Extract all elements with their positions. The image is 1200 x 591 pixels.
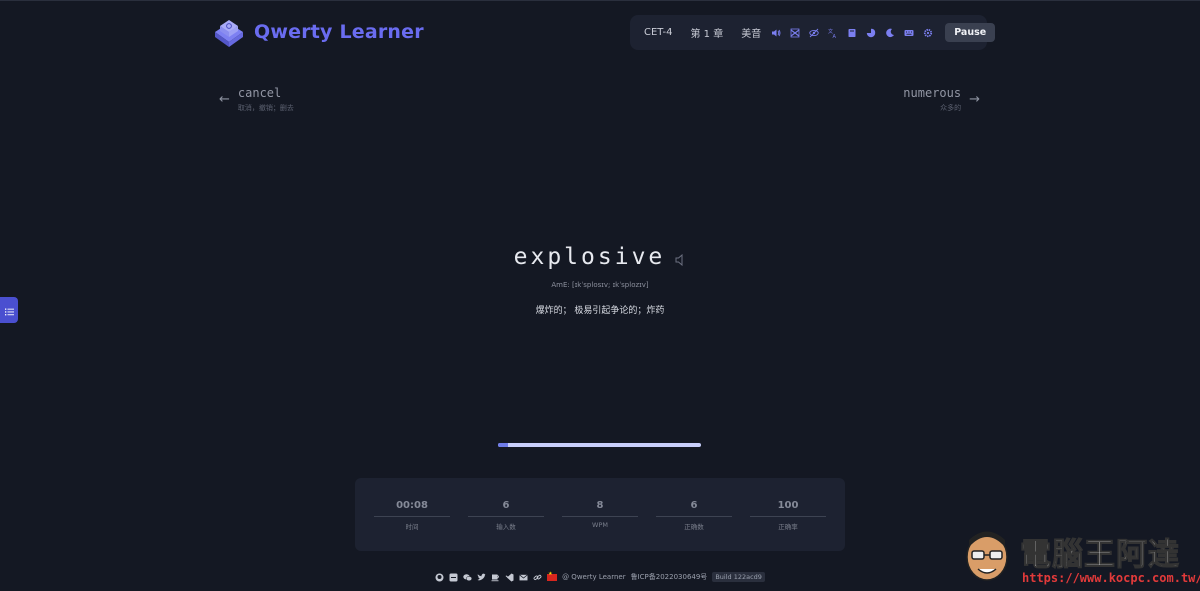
wechat-icon[interactable] [463, 573, 473, 582]
word-list-toggle[interactable] [0, 297, 18, 323]
stat-time: 00:08 时间 [374, 478, 450, 551]
keycap-logo-icon [212, 17, 246, 47]
twitter-icon[interactable] [477, 573, 486, 582]
mascot-face-icon [960, 525, 1014, 585]
dictionary-book-icon[interactable] [847, 28, 857, 38]
stat-label: 输入数 [496, 523, 516, 531]
footer-credit[interactable]: @ Qwerty Learner [562, 573, 626, 581]
volume-icon[interactable] [771, 28, 781, 38]
translation-icon[interactable]: 文A [828, 28, 838, 38]
vscode-icon[interactable] [505, 573, 514, 582]
stat-value: 6 [468, 500, 544, 517]
stat-value: 100 [750, 500, 826, 517]
svg-text:A: A [833, 34, 837, 38]
watermark-title: 電腦王阿達 [1020, 537, 1180, 574]
stats-panel: 00:08 时间 6 输入数 8 WPM 6 正确数 100 正确率 [355, 478, 845, 551]
current-word-area: explosive [0, 244, 1200, 270]
top-toolbar: CET-4 第 1 章 美音 文A Pause [630, 15, 996, 50]
arrow-right-icon: → [969, 92, 980, 107]
previous-word-link[interactable]: ← cancel 取消，撤销；删去 [219, 86, 294, 113]
next-word-link[interactable]: numerous 众多的 → [903, 86, 980, 113]
github-icon[interactable] [435, 573, 444, 582]
next-word-translation: 众多的 [940, 104, 962, 112]
pronunciation-select[interactable]: 美音 [741, 25, 761, 40]
current-word[interactable]: explosive [514, 244, 666, 270]
previous-word: cancel [237, 86, 282, 100]
stat-label: WPM [592, 521, 608, 529]
hide-word-icon[interactable] [809, 28, 819, 38]
pause-button[interactable]: Pause [945, 23, 996, 42]
next-word: numerous [903, 86, 962, 100]
stat-value: 6 [656, 500, 732, 517]
app-title: Qwerty Learner [254, 21, 424, 43]
arrow-left-icon: ← [219, 92, 230, 107]
stat-value: 00:08 [374, 500, 450, 517]
dictionary-select[interactable]: CET-4 [644, 27, 672, 38]
stat-correct-count: 6 正确数 [656, 478, 732, 551]
speaker-icon[interactable] [675, 251, 686, 267]
keyboard-sound-icon[interactable] [904, 28, 914, 38]
previous-word-translation: 取消，撤销；删去 [237, 104, 294, 112]
stat-label: 时间 [405, 523, 419, 531]
analysis-icon[interactable] [866, 28, 876, 38]
random-icon[interactable] [790, 28, 800, 38]
stat-value: 8 [562, 500, 638, 517]
chapter-progress-bar [498, 443, 701, 447]
watermark-url: https://www.kocpc.com.tw/ [1022, 571, 1200, 585]
list-icon [4, 301, 14, 320]
build-badge: Build 122acd9 [712, 572, 765, 582]
coffee-icon[interactable] [491, 573, 500, 582]
gitee-icon[interactable] [449, 573, 458, 582]
stat-label: 正确率 [778, 523, 798, 531]
progress-fill [498, 443, 509, 447]
stat-wpm: 8 WPM [562, 478, 638, 551]
stat-accuracy: 100 正确率 [750, 478, 826, 551]
word-translation: 爆炸的； 极易引起争论的；炸药 [535, 306, 665, 316]
app-logo[interactable]: Qwerty Learner [212, 17, 424, 47]
china-flag-icon [547, 571, 558, 581]
stat-input-count: 6 输入数 [468, 478, 544, 551]
phonetic: AmE: [ɪkˈsplosɪv; ɪkˈsplozɪv] [551, 281, 649, 289]
email-icon[interactable] [519, 573, 528, 582]
link-icon[interactable] [533, 573, 542, 582]
settings-icon[interactable] [923, 28, 933, 38]
footer-icp[interactable]: 鲁ICP备2022030649号 [631, 572, 708, 582]
chapter-select[interactable]: 第 1 章 [690, 25, 723, 40]
stat-label: 正确数 [684, 523, 704, 531]
dark-mode-icon[interactable] [885, 28, 895, 38]
watermark: 電腦王阿達 https://www.kocpc.com.tw/ [960, 525, 1200, 589]
